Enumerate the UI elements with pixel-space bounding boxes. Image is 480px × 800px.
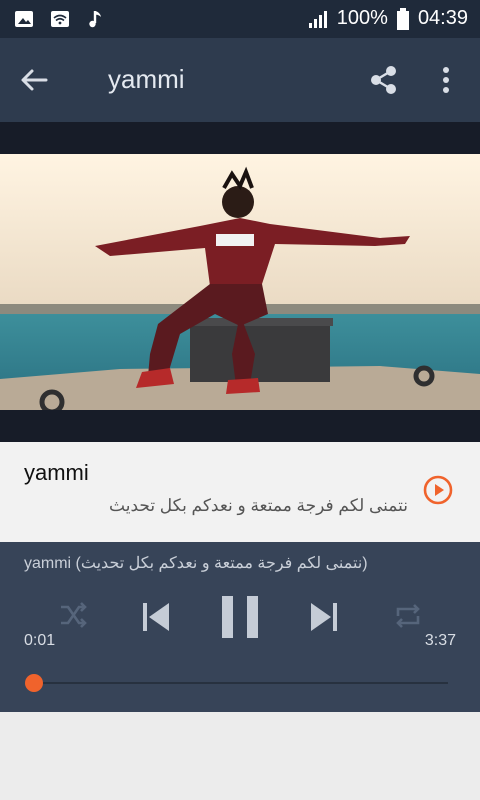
- previous-icon[interactable]: [140, 600, 172, 634]
- track-item[interactable]: yammi نتمنى لكم فرجة ممتعة و نعدكم بكل ت…: [0, 442, 480, 542]
- now-playing-text: yammi (نتمنى لكم فرجة ممتعة و نعدكم بكل …: [24, 555, 368, 572]
- seek-bar[interactable]: [36, 682, 448, 684]
- more-vert-icon[interactable]: [432, 62, 460, 98]
- share-icon[interactable]: [366, 62, 402, 98]
- player-panel: yammi (نتمنى لكم فرجة ممتعة و نعدكم بكل …: [0, 542, 480, 712]
- pause-icon[interactable]: [220, 594, 260, 640]
- back-arrow-icon[interactable]: [18, 64, 50, 96]
- wifi-icon: [51, 11, 69, 27]
- elapsed-time: 0:01: [24, 632, 56, 649]
- play-circle-icon[interactable]: [422, 474, 454, 506]
- app-bar: yammi: [0, 38, 480, 122]
- music-note-icon: [89, 11, 101, 28]
- video-area[interactable]: [0, 122, 480, 442]
- battery-icon: [396, 7, 409, 30]
- seek-thumb[interactable]: [25, 674, 43, 692]
- image-icon: [15, 11, 33, 27]
- empty-area: [0, 712, 480, 800]
- total-duration: 3:37: [424, 632, 456, 649]
- repeat-icon[interactable]: [392, 600, 424, 632]
- shuffle-icon[interactable]: [58, 600, 88, 630]
- video-thumbnail[interactable]: [0, 154, 480, 410]
- battery-percent: 100%: [336, 7, 388, 29]
- clock: 04:39: [417, 7, 468, 29]
- page-title: yammi: [108, 64, 185, 94]
- track-subtitle: نتمنى لكم فرجة ممتعة و نعدكم بكل تحديث: [109, 496, 408, 515]
- track-title: yammi: [24, 460, 89, 485]
- status-bar: 100% 04:39: [0, 0, 480, 38]
- signal-icon: [308, 10, 327, 28]
- next-icon[interactable]: [308, 600, 340, 634]
